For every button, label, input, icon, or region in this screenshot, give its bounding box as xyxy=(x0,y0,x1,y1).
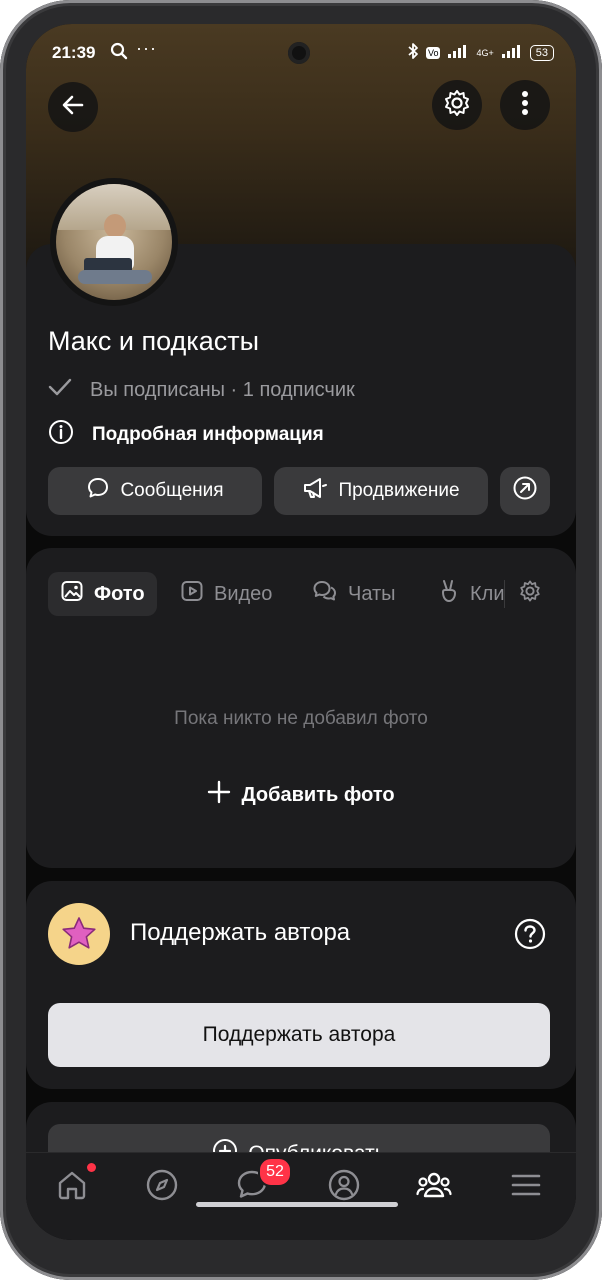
messages-button[interactable]: Сообщения xyxy=(48,467,262,515)
search-icon xyxy=(110,42,128,65)
more-notifications-icon: ··· xyxy=(136,38,157,58)
photos-empty-text: Пока никто не добавил фото xyxy=(174,708,428,729)
more-options-button[interactable] xyxy=(500,80,550,130)
clip-icon xyxy=(438,579,460,609)
subscription-text: Вы подписаны · 1 подписчик xyxy=(90,378,355,401)
share-button[interactable] xyxy=(500,467,550,515)
bluetooth-icon xyxy=(407,42,419,63)
messages-badge: 52 xyxy=(258,1157,292,1187)
status-time: 21:39 xyxy=(52,43,96,62)
help-button[interactable] xyxy=(514,918,546,955)
avatar[interactable] xyxy=(50,178,178,306)
tab-chats-label: Чаты xyxy=(348,582,396,605)
avatar-photo xyxy=(56,184,172,300)
info-icon xyxy=(48,419,74,451)
nav-home[interactable] xyxy=(52,1163,96,1207)
tab-video-label: Видео xyxy=(214,582,273,605)
bottom-navigation: 52 xyxy=(26,1152,576,1240)
compass-icon xyxy=(145,1168,179,1207)
media-tabs: Фото Видео Чаты Кли xyxy=(26,548,576,616)
nav-communities[interactable] xyxy=(414,1167,454,1207)
detailed-info-link[interactable]: Подробная информация xyxy=(48,419,324,451)
check-icon xyxy=(48,377,72,403)
plus-icon xyxy=(207,780,231,810)
tabs-divider xyxy=(504,580,505,608)
page-title: Макс и подкасты xyxy=(48,326,260,356)
signal-icon-2 xyxy=(501,44,523,61)
nav-profile[interactable] xyxy=(324,1167,364,1207)
menu-icon xyxy=(510,1172,542,1203)
tabs-settings-button[interactable] xyxy=(518,572,542,616)
support-author-button[interactable]: Поддержать автора xyxy=(48,1003,550,1067)
promotion-button[interactable]: Продвижение xyxy=(274,467,488,515)
tab-video[interactable]: Видео xyxy=(180,572,272,616)
network-type: 4G+ xyxy=(476,47,494,58)
signal-icon xyxy=(447,44,469,61)
tab-clips-label: Кли xyxy=(470,582,505,605)
communities-icon xyxy=(415,1168,453,1207)
nav-discover[interactable] xyxy=(142,1167,182,1207)
add-photo-label: Добавить фото xyxy=(241,783,395,806)
messages-button-label: Сообщения xyxy=(120,480,224,501)
message-bubble-icon xyxy=(86,476,110,506)
photo-icon xyxy=(60,579,84,609)
gear-icon xyxy=(518,579,542,609)
share-arrow-icon xyxy=(512,475,538,507)
subscription-status[interactable]: Вы подписаны · 1 подписчик xyxy=(48,377,355,403)
settings-button[interactable] xyxy=(432,80,482,130)
tab-chats[interactable]: Чаты xyxy=(312,572,396,616)
more-vertical-icon xyxy=(521,90,529,121)
arrow-left-icon xyxy=(60,92,86,123)
home-notification-dot xyxy=(87,1163,96,1172)
profile-icon xyxy=(327,1168,361,1207)
star-badge-icon xyxy=(48,903,110,965)
video-icon xyxy=(180,579,204,609)
chat-icon xyxy=(312,579,338,609)
nav-menu[interactable] xyxy=(506,1167,546,1207)
status-bar: 21:39 ··· Vo 4G+ 53 xyxy=(26,24,576,82)
question-icon xyxy=(514,918,546,954)
add-photo-button[interactable]: Добавить фото xyxy=(26,780,576,810)
tab-photo-label: Фото xyxy=(94,582,145,605)
nav-messages[interactable]: 52 xyxy=(232,1157,292,1207)
support-card: Поддержать автора Поддержать автора xyxy=(26,881,576,1089)
battery-indicator: 53 xyxy=(529,44,554,61)
volte-icon: Vo xyxy=(425,46,441,59)
screen: 21:39 ··· Vo 4G+ 53 Макс и подкасты Вы п… xyxy=(26,24,576,1240)
front-camera xyxy=(288,42,310,64)
support-title: Поддержать автора xyxy=(130,919,351,946)
home-icon xyxy=(55,1168,89,1207)
tab-clips[interactable]: Кли xyxy=(438,572,506,616)
promotion-button-label: Продвижение xyxy=(338,480,460,501)
megaphone-icon xyxy=(302,476,328,506)
status-icons: Vo 4G+ 53 xyxy=(407,42,554,63)
back-button[interactable] xyxy=(48,82,98,132)
home-indicator xyxy=(196,1202,398,1207)
tab-photo[interactable]: Фото xyxy=(48,572,157,616)
info-label: Подробная информация xyxy=(92,424,324,445)
media-card: Фото Видео Чаты Кли Пока никто не добави… xyxy=(26,548,576,868)
gear-icon xyxy=(442,88,472,123)
